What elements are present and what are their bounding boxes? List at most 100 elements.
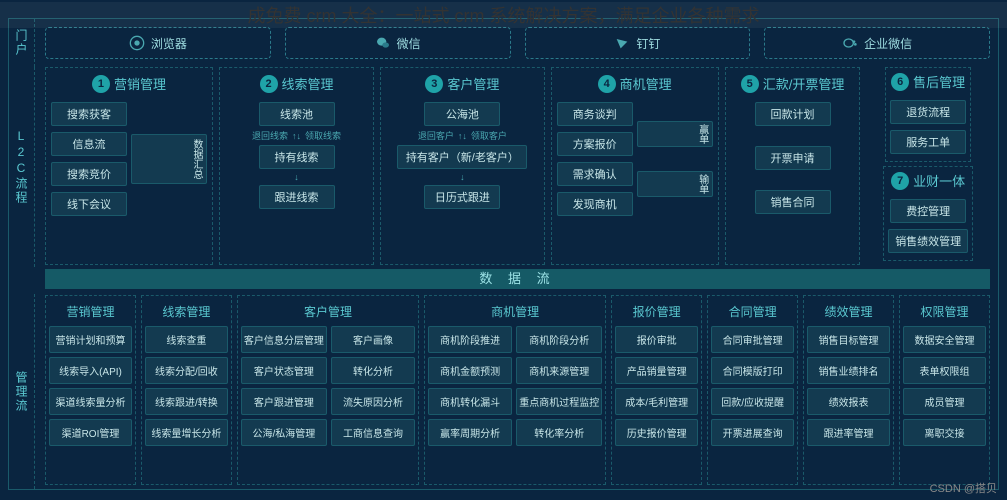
node-lose[interactable]: 输单 (637, 171, 713, 197)
mgmt-item[interactable]: 线索查重 (145, 326, 228, 353)
node-win[interactable]: 赢单 (637, 121, 713, 147)
node[interactable]: 线下会议 (51, 192, 127, 216)
node[interactable]: 方案报价 (557, 132, 633, 156)
mgmt-item[interactable]: 商机转化漏斗 (428, 388, 512, 415)
group-title: 线索管理 (282, 74, 334, 93)
node[interactable]: 信息流 (51, 132, 127, 156)
mgmt-item[interactable]: 线索跟进/转换 (145, 388, 228, 415)
mgmt-item[interactable]: 客户状态管理 (241, 357, 327, 384)
node[interactable]: 商务谈判 (557, 102, 633, 126)
mgmt-item[interactable]: 成本/毛利管理 (615, 388, 698, 415)
mgmt-item[interactable]: 成员管理 (903, 388, 986, 415)
label-claim-cust: 领取客户 (471, 129, 507, 142)
node[interactable]: 搜索获客 (51, 102, 127, 126)
mgmt-item[interactable]: 渠道ROI管理 (49, 419, 132, 446)
mgmt-item[interactable]: 客户信息分层管理 (241, 326, 327, 353)
mgmt-col: 营销管理营销计划和预算线索导入(API) 渠道线索量分析渠道ROI管理 (45, 295, 136, 485)
node[interactable]: 销售绩效管理 (888, 229, 968, 253)
group-marketing: 1 营销管理 搜索获客 信息流 搜索竞价 线下会议 数据汇总 (45, 67, 213, 265)
mgmt-col: 线索管理线索查重线索分配/回收线索跟进/转换线索量增长分析 (141, 295, 232, 485)
wecom-icon (842, 35, 858, 51)
node-hold-cust[interactable]: 持有客户（新/老客户） (397, 145, 527, 169)
node[interactable]: 搜索竞价 (51, 162, 127, 186)
group-finance: 7 业财一体 费控管理 销售绩效管理 (883, 166, 973, 261)
num-badge-2: 2 (260, 75, 278, 93)
mgmt-item[interactable]: 流失原因分析 (331, 388, 415, 415)
mgmt-item[interactable]: 客户画像 (331, 326, 415, 353)
group-header: 5 汇款/开票管理 (741, 74, 845, 93)
group-title: 商机管理 (620, 74, 672, 93)
portal-wechat[interactable]: 微信 (285, 27, 511, 59)
mgmt-item[interactable]: 转化率分析 (516, 419, 602, 446)
mgmt-item[interactable]: 表单权限组 (903, 357, 986, 384)
chrome-icon (129, 35, 145, 51)
group-header: 2 线索管理 (260, 74, 334, 93)
mgmt-item[interactable]: 渠道线索量分析 (49, 388, 132, 415)
group-right-stack: 6 售后管理 退货流程 服务工单 7 业财一体 费控管理 销售绩效管理 (866, 67, 990, 265)
mgmt-item[interactable]: 合同审批管理 (711, 326, 794, 353)
num-badge-7: 7 (891, 172, 909, 190)
arrow-down-icon: ↓ (460, 172, 465, 182)
dingtalk-icon (614, 35, 630, 51)
mgmt-header: 合同管理 (711, 300, 794, 326)
node-calendar[interactable]: 日历式跟进 (424, 185, 500, 209)
mgmt-item[interactable]: 商机金额预测 (428, 357, 512, 384)
node-sea-pool[interactable]: 公海池 (424, 102, 500, 126)
node-aggregate[interactable]: 数据汇总 (131, 134, 207, 184)
group-title: 汇款/开票管理 (763, 74, 845, 93)
mgmt-item[interactable]: 销售业绩排名 (807, 357, 890, 384)
node[interactable]: 回款计划 (755, 102, 831, 126)
mgmt-item[interactable]: 转化分析 (331, 357, 415, 384)
mgmt-item[interactable]: 营销计划和预算 (49, 326, 132, 353)
node[interactable]: 发现商机 (557, 192, 633, 216)
page-title: 成兔费 crm 大全：一站式 crm 系统解决方案，满足企业各种需求 (0, 2, 1007, 28)
mgmt-header: 商机管理 (428, 300, 602, 326)
portal-label: 浏览器 (151, 35, 187, 52)
mgmt-item[interactable]: 重点商机过程监控 (516, 388, 602, 415)
mgmt-item[interactable]: 线索量增长分析 (145, 419, 228, 446)
mgmt-item[interactable]: 客户跟进管理 (241, 388, 327, 415)
portal-label: 钉钉 (636, 35, 660, 52)
mgmt-item[interactable]: 合同模版打印 (711, 357, 794, 384)
label-claim-lead: 领取线索 (305, 129, 341, 142)
arrow-icon: ↑↓ (458, 131, 467, 141)
mgmt-item[interactable]: 赢率周期分析 (428, 419, 512, 446)
diagram-wrap: 门户 L2C流程 管理流 浏览器 微信 钉钉 企业微信 (8, 18, 999, 490)
portal-browser[interactable]: 浏览器 (45, 27, 271, 59)
mgmt-item[interactable]: 线索分配/回收 (145, 357, 228, 384)
mgmt-item[interactable]: 工商信息查询 (331, 419, 415, 446)
mgmt-header: 营销管理 (49, 300, 132, 326)
mgmt-item[interactable]: 报价审批 (615, 326, 698, 353)
arrow-down-icon: ↓ (294, 172, 299, 182)
mgmt-item[interactable]: 商机阶段推进 (428, 326, 512, 353)
mgmt-item[interactable]: 销售目标管理 (807, 326, 890, 353)
mgmt-item[interactable]: 线索导入(API) (49, 357, 132, 384)
node[interactable]: 开票申请 (755, 146, 831, 170)
portal-wecom[interactable]: 企业微信 (764, 27, 990, 59)
node[interactable]: 费控管理 (890, 199, 966, 223)
mgmt-item[interactable]: 历史报价管理 (615, 419, 698, 446)
group-leads: 2 线索管理 线索池 退回线索 ↑↓ 领取线索 持有线索 ↓ 跟进线索 (219, 67, 374, 265)
node-hold-lead[interactable]: 持有线索 (259, 145, 335, 169)
node-follow-lead[interactable]: 跟进线索 (259, 185, 335, 209)
node[interactable]: 需求确认 (557, 162, 633, 186)
num-badge-4: 4 (598, 75, 616, 93)
node[interactable]: 退货流程 (890, 100, 966, 124)
mgmt-item[interactable]: 离职交接 (903, 419, 986, 446)
mgmt-item[interactable]: 产品销量管理 (615, 357, 698, 384)
portal-dingtalk[interactable]: 钉钉 (525, 27, 751, 59)
mgmt-item[interactable]: 回款/应收提醒 (711, 388, 794, 415)
mgmt-item[interactable]: 公海/私海管理 (241, 419, 327, 446)
mgmt-item[interactable]: 商机来源管理 (516, 357, 602, 384)
node[interactable]: 销售合同 (755, 190, 831, 214)
mgmt-item[interactable]: 商机阶段分析 (516, 326, 602, 353)
mgmt-item[interactable]: 绩效报表 (807, 388, 890, 415)
node[interactable]: 服务工单 (890, 130, 966, 154)
mgmt-area: 营销管理营销计划和预算线索导入(API)渠道线索量分析渠道ROI管理线索管理线索… (45, 295, 990, 485)
mgmt-item[interactable]: 跟进率管理 (807, 419, 890, 446)
mgmt-item[interactable]: 开票进展查询 (711, 419, 794, 446)
mgmt-col: 客户管理客户信息分层管理客户状态管理客户跟进管理公海/私海管理客户画像转化分析流… (237, 295, 419, 485)
mgmt-item[interactable]: 数据安全管理 (903, 326, 986, 353)
node-lead-pool[interactable]: 线索池 (259, 102, 335, 126)
label-return-lead: 退回线索 (252, 129, 288, 142)
